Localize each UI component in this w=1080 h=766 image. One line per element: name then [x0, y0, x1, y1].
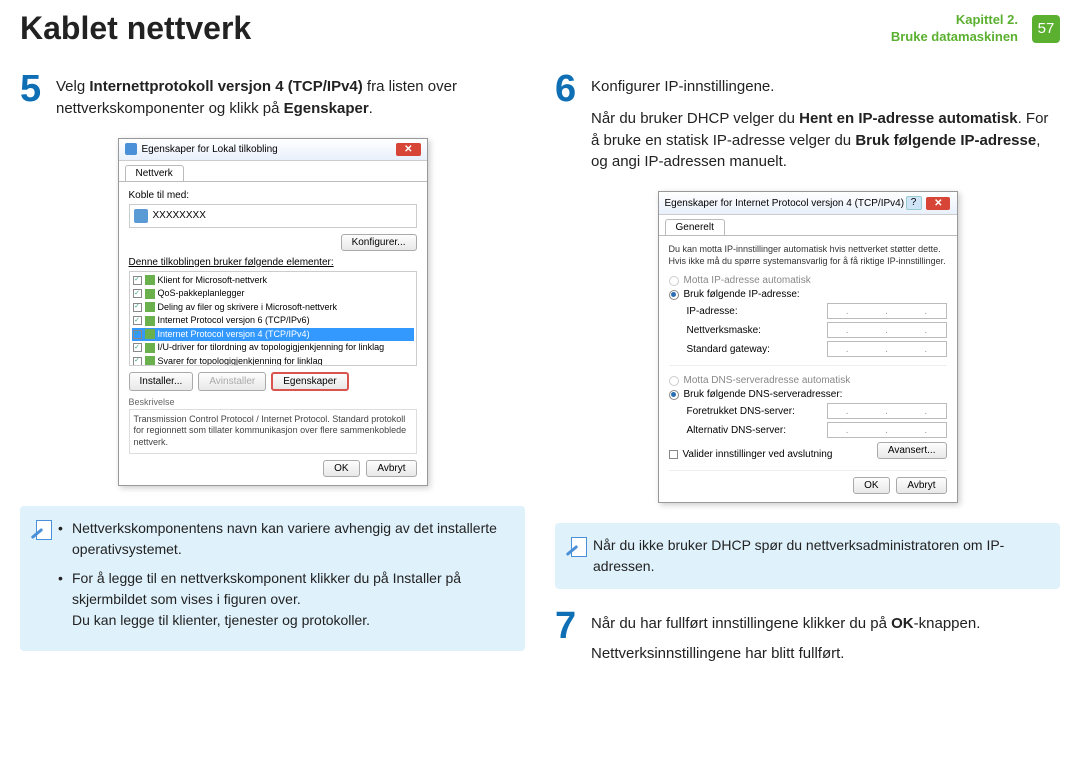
uninstall-button: Avinstaller	[198, 372, 266, 391]
mask-input[interactable]: ...	[827, 322, 947, 338]
driver-icon	[145, 343, 155, 353]
field-dns2: Alternativ DNS-server:...	[687, 422, 947, 438]
validate-checkbox[interactable]: Valider innstillinger ved avslutning	[669, 449, 833, 460]
advanced-button[interactable]: Avansert...	[877, 442, 947, 459]
ok-cancel-row: OK Avbryt	[669, 470, 947, 494]
list-item[interactable]: ✓Klient for Microsoft-nettverk	[132, 274, 414, 288]
dns1-input[interactable]: ...	[827, 403, 947, 419]
content-columns: 5 Velg Internettprotokoll versjon 4 (TCP…	[0, 52, 1080, 683]
adapter-name: XXXXXXXX	[153, 210, 206, 221]
chapter-info: Kapittel 2. Bruke datamaskinen	[891, 12, 1018, 46]
radio-auto-ip[interactable]: Motta IP-adresse automatisk	[669, 275, 947, 286]
close-button[interactable]: ✕	[926, 197, 950, 210]
left-column: 5 Velg Internettprotokoll versjon 4 (TCP…	[20, 70, 525, 683]
step-text: Når du har fullført innstillingene klikk…	[591, 607, 980, 665]
ok-cancel-row: OK Avbryt	[129, 460, 417, 477]
responder-icon	[145, 356, 155, 365]
list-item[interactable]: ✓Deling av filer og skrivere i Microsoft…	[132, 301, 414, 315]
list-item[interactable]: ✓Internet Protocol versjon 6 (TCP/IPv6)	[132, 314, 414, 328]
step-7: 7 Når du har fullført innstillingene kli…	[555, 607, 1060, 665]
adapter-icon	[134, 209, 148, 223]
radio-static-dns[interactable]: Bruk følgende DNS-serveradresser:	[669, 389, 947, 400]
component-buttons: Installer... Avinstaller Egenskaper	[129, 372, 417, 391]
gateway-input[interactable]: ...	[827, 341, 947, 357]
info-box-left: Nettverkskomponentens navn kan variere a…	[20, 506, 525, 651]
cancel-button[interactable]: Avbryt	[896, 477, 946, 494]
dialog-local-connection-properties: Egenskaper for Lokal tilkobling ✕ Nettve…	[118, 138, 428, 486]
adapter-box: XXXXXXXX	[129, 204, 417, 228]
info-bullet: For å legge til en nettverkskomponent kl…	[58, 568, 511, 631]
advanced-row: Valider innstillinger ved avslutning Ava…	[669, 441, 947, 460]
close-button[interactable]: ✕	[396, 143, 420, 156]
list-item-selected[interactable]: ✓Internet Protocol versjon 4 (TCP/IPv4)	[132, 328, 414, 342]
field-gateway: Standard gateway:...	[687, 341, 947, 357]
step-6: 6 Konfigurer IP-innstillingene. Når du b…	[555, 70, 1060, 173]
configure-row: Konfigurer...	[129, 234, 417, 251]
dialog-titlebar: Egenskaper for Internet Protocol versjon…	[659, 192, 957, 215]
list-item[interactable]: ✓Svarer for topologigjenkjenning for lin…	[132, 355, 414, 366]
label-connect-with: Koble til med:	[129, 190, 417, 201]
page-number-badge: 57	[1032, 15, 1060, 43]
intro-text: Du kan motta IP-innstillinger automatisk…	[669, 244, 947, 267]
info-box-right: Når du ikke bruker DHCP spør du nettverk…	[555, 523, 1060, 589]
label-items: Denne tilkoblingen bruker følgende eleme…	[129, 257, 417, 268]
dialog-body: Koble til med: XXXXXXXX Konfigurer... De…	[119, 181, 427, 485]
radio-auto-dns: Motta DNS-serveradresse automatisk	[669, 375, 947, 386]
right-column: 6 Konfigurer IP-innstillingene. Når du b…	[555, 70, 1060, 683]
field-mask: Nettverksmaske:...	[687, 322, 947, 338]
help-button[interactable]: ?	[906, 196, 922, 210]
field-ip: IP-adresse:...	[687, 303, 947, 319]
chapter-line1: Kapittel 2.	[956, 12, 1018, 27]
share-icon	[145, 302, 155, 312]
properties-button[interactable]: Egenskaper	[271, 372, 348, 391]
ok-button[interactable]: OK	[853, 477, 889, 494]
dns-section: Motta DNS-serveradresse automatisk Bruk …	[669, 365, 947, 438]
protocol-icon	[145, 329, 155, 339]
info-bullet: Nettverkskomponentens navn kan variere a…	[58, 518, 511, 560]
protocol-icon	[145, 316, 155, 326]
step-5: 5 Velg Internettprotokoll versjon 4 (TCP…	[20, 70, 525, 120]
dialog-title: Egenskaper for Lokal tilkobling	[142, 144, 278, 155]
note-icon	[30, 518, 50, 542]
window-icon	[125, 143, 137, 155]
page-header: Kablet nettverk Kapittel 2. Bruke datama…	[0, 0, 1080, 52]
chapter-line2: Bruke datamaskinen	[891, 29, 1018, 44]
list-item[interactable]: ✓QoS-pakkeplanlegger	[132, 287, 414, 301]
dialog-titlebar: Egenskaper for Lokal tilkobling ✕	[119, 139, 427, 161]
configure-button[interactable]: Konfigurer...	[341, 234, 417, 251]
description-label: Beskrivelse	[129, 397, 417, 407]
cancel-button[interactable]: Avbryt	[366, 460, 416, 477]
tab-network[interactable]: Nettverk	[125, 165, 184, 181]
component-list[interactable]: ✓Klient for Microsoft-nettverk ✓QoS-pakk…	[129, 271, 417, 366]
ip-input[interactable]: ...	[827, 303, 947, 319]
install-button[interactable]: Installer...	[129, 372, 194, 391]
list-item[interactable]: ✓I/U-driver for tilordning av topologigj…	[132, 341, 414, 355]
chapter-info-block: Kapittel 2. Bruke datamaskinen 57	[891, 12, 1060, 46]
note-icon	[565, 535, 585, 559]
tab-general[interactable]: Generelt	[665, 219, 725, 235]
radio-static-ip[interactable]: Bruk følgende IP-adresse:	[669, 289, 947, 300]
step-text: Konfigurer IP-innstillingene. Når du bru…	[591, 70, 1060, 173]
step-number: 6	[555, 70, 581, 173]
info-text: Når du ikke bruker DHCP spør du nettverk…	[593, 535, 1046, 577]
dialog-title: Egenskaper for Internet Protocol versjon…	[665, 198, 905, 209]
step-number: 5	[20, 70, 46, 120]
step-number: 7	[555, 607, 581, 665]
field-dns1: Foretrukket DNS-server:...	[687, 403, 947, 419]
description-box: Transmission Control Protocol / Internet…	[129, 409, 417, 454]
dialog-ipv4-properties: Egenskaper for Internet Protocol versjon…	[658, 191, 958, 503]
dialog-body: Du kan motta IP-innstillinger automatisk…	[659, 235, 957, 502]
info-text: Nettverkskomponentens navn kan variere a…	[58, 518, 511, 639]
page-title: Kablet nettverk	[20, 10, 891, 47]
qos-icon	[145, 289, 155, 299]
step-text: Velg Internettprotokoll versjon 4 (TCP/I…	[56, 70, 525, 120]
dns2-input[interactable]: ...	[827, 422, 947, 438]
ok-button[interactable]: OK	[323, 460, 359, 477]
client-icon	[145, 275, 155, 285]
